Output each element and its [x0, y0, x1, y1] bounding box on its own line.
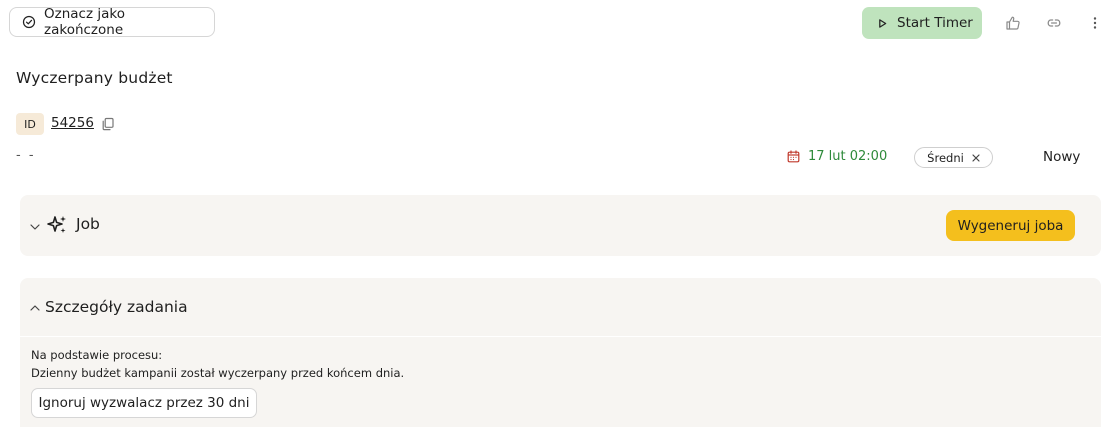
mark-done-label: Oznacz jako zakończone	[44, 6, 125, 38]
calendar-icon	[787, 150, 800, 163]
like-button[interactable]	[1003, 13, 1023, 33]
job-panel	[20, 195, 1101, 256]
due-date[interactable]: 17 lut 02:00	[787, 149, 887, 164]
link-icon	[1047, 19, 1061, 27]
close-icon[interactable]	[972, 153, 980, 162]
task-id-link[interactable]: 54256	[51, 115, 94, 131]
id-badge: ID	[16, 113, 44, 135]
copy-icon[interactable]	[101, 117, 115, 131]
priority-label: Średni	[927, 150, 964, 165]
details-section-title[interactable]: Szczegóły zadania	[45, 298, 188, 316]
due-date-text: 17 lut 02:00	[808, 149, 888, 164]
task-detail-page: Oznacz jako zakończone Start Timer Wycze…	[0, 0, 1111, 427]
start-timer-button[interactable]: Start Timer	[862, 7, 982, 39]
start-timer-label: Start Timer	[897, 15, 973, 31]
chevron-down-icon[interactable]	[29, 221, 41, 233]
chevron-up-icon[interactable]	[29, 302, 41, 314]
task-title: Wyczerpany budżet	[16, 69, 173, 87]
priority-chip[interactable]: Średni	[914, 147, 993, 168]
play-icon	[879, 18, 887, 28]
sparkle-icon	[47, 216, 66, 233]
job-section-title[interactable]: Job	[76, 215, 100, 233]
assignee-placeholder[interactable]: - -	[16, 148, 36, 163]
more-vertical-icon	[1093, 17, 1097, 29]
mark-done-button[interactable]: Oznacz jako zakończone	[9, 6, 215, 38]
process-description: Dzienny budżet kampanii został wyczerpan…	[31, 366, 405, 380]
copy-link-button[interactable]	[1044, 13, 1064, 33]
process-label: Na podstawie procesu:	[31, 348, 163, 362]
thumbs-up-icon	[1006, 16, 1020, 30]
more-options-button[interactable]	[1085, 13, 1105, 33]
check-circle-icon	[22, 15, 36, 29]
generate-job-button[interactable]: Wygeneruj joba	[946, 210, 1075, 241]
status-dropdown[interactable]: Nowy	[1043, 149, 1080, 165]
ignore-trigger-button[interactable]: Ignoruj wyzwalacz przez 30 dni	[31, 388, 257, 418]
